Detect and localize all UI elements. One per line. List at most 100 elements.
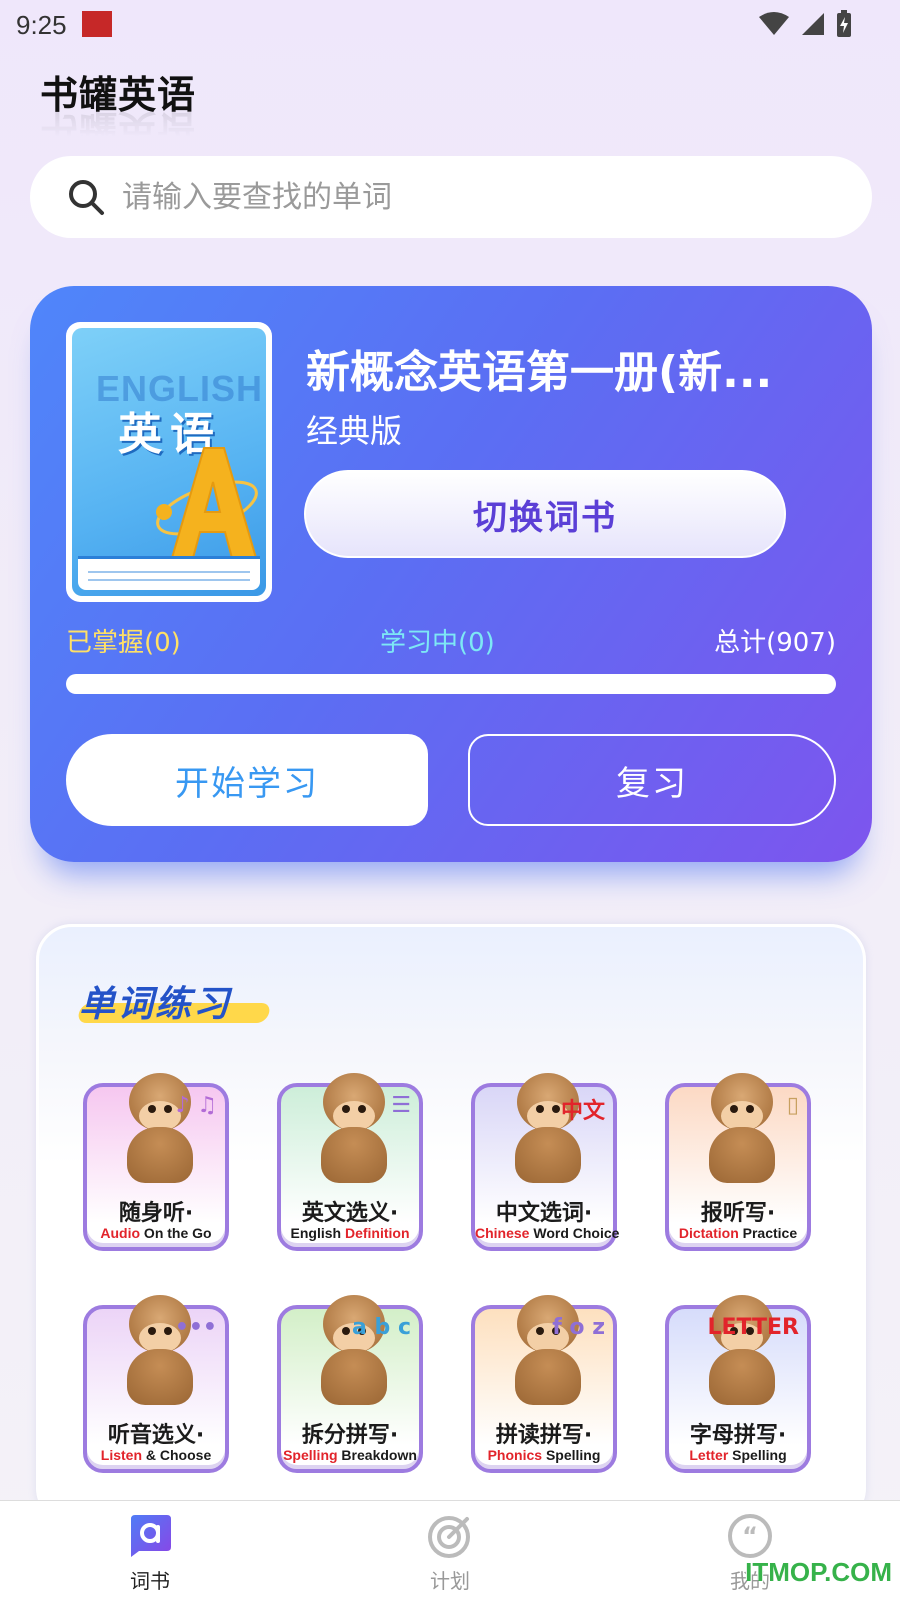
practice-title: 单词练习 <box>79 984 232 1025</box>
tile-subtitle-highlight: Audio <box>100 1225 141 1241</box>
monkey-eye <box>164 1327 172 1335</box>
mastered-count: 已掌握(0) <box>66 628 181 658</box>
tile-decoration-icon: a b c <box>352 1315 411 1340</box>
search-input[interactable] <box>122 179 802 215</box>
tile-subtitle-rest: English <box>290 1225 345 1241</box>
monkey-eye <box>358 1105 366 1113</box>
tile-subtitle: English Definition <box>281 1225 419 1241</box>
status-bar: 9:25 <box>0 0 900 48</box>
letter-a-icon <box>156 447 258 559</box>
tile-decoration-icon: ♪ ♫ <box>175 1093 217 1118</box>
tile-title: 英文选义· <box>301 1201 399 1226</box>
tile-subtitle-rest: & Choose <box>142 1447 212 1463</box>
search-bar[interactable] <box>30 156 872 238</box>
switch-book-button[interactable]: 切换词书 <box>304 470 786 558</box>
wifi-icon <box>759 12 789 35</box>
monkey-body <box>515 1349 581 1405</box>
tile-decoration-icon: ••• <box>174 1315 217 1340</box>
target-icon <box>428 1516 470 1558</box>
quote-icon: “ <box>728 1514 772 1558</box>
tile-subtitle-rest: Spelling <box>542 1447 601 1463</box>
tile-subtitle-highlight: Letter <box>689 1447 729 1463</box>
nav-item-plan[interactable]: 计划 <box>390 1513 510 1594</box>
book-title: 新概念英语第一册(新... <box>306 347 773 398</box>
battery-icon <box>837 10 851 37</box>
monkey-eye <box>148 1105 156 1113</box>
tile-subtitle-highlight: Spelling <box>283 1447 338 1463</box>
monkey-eye <box>342 1327 350 1335</box>
tile-subtitle: Letter Spelling <box>669 1447 807 1463</box>
start-learning-button[interactable]: 开始学习 <box>66 734 428 826</box>
tile-subtitle-highlight: Listen <box>100 1447 142 1463</box>
practice-title-wrap: 单词练习 <box>76 975 272 1027</box>
tile-decoration-icon: ☰ <box>391 1093 411 1118</box>
tile-subtitle: Audio On the Go <box>87 1225 225 1241</box>
tile-subtitle-highlight: Definition <box>344 1225 410 1241</box>
nav-label-books: 词书 <box>130 1569 170 1593</box>
monkey-body <box>321 1349 387 1405</box>
notification-app-icon <box>82 11 112 37</box>
nav-label-plan: 计划 <box>430 1569 470 1593</box>
review-button[interactable]: 复习 <box>468 734 836 826</box>
monkey-eye <box>730 1105 738 1113</box>
practice-tile[interactable]: f o z 拼读拼写· Phonics Spelling <box>471 1295 617 1473</box>
tile-subtitle-rest: Breakdown <box>337 1447 417 1463</box>
tile-subtitle-rest: Practice <box>738 1225 798 1241</box>
tile-subtitle-highlight: Dictation <box>678 1225 739 1241</box>
cover-pages <box>78 556 260 590</box>
tile-subtitle: Chinese Word Choice <box>475 1225 619 1241</box>
monkey-eye <box>552 1105 560 1113</box>
nav-item-books[interactable]: 词书 <box>90 1513 210 1594</box>
practice-tile[interactable]: ••• 听音选义· Listen & Choose <box>83 1295 229 1473</box>
status-icons <box>758 10 852 38</box>
tile-title: 听音选义· <box>107 1423 205 1448</box>
monkey-eye <box>536 1105 544 1113</box>
monkey-eye <box>342 1105 350 1113</box>
practice-tile[interactable]: LETTER 字母拼写· Letter Spelling <box>665 1295 811 1473</box>
tile-decoration-icon: LETTER <box>707 1315 799 1340</box>
tile-subtitle-highlight: Phonics <box>487 1447 543 1463</box>
monkey-body <box>515 1127 581 1183</box>
signal-icon <box>802 13 824 35</box>
practice-tile[interactable]: ☰ 英文选义· English Definition <box>277 1073 423 1251</box>
tile-decoration-icon: ▯ <box>786 1093 799 1118</box>
tile-subtitle-rest: On the Go <box>140 1225 212 1241</box>
learning-count: 学习中(0) <box>380 628 495 658</box>
monkey-eye <box>536 1327 544 1335</box>
word-practice-section: 单词练习 ♪ ♫ 随身听· Audio On the Go ☰ 英文选义· English… <box>36 924 866 1524</box>
monkey-body <box>127 1349 193 1405</box>
monkey-eye <box>164 1105 172 1113</box>
practice-tile[interactable]: a b c 拆分拼写· Spelling Breakdown <box>277 1295 423 1473</box>
practice-tile[interactable]: ▯ 报听写· Dictation Practice <box>665 1073 811 1251</box>
monkey-body <box>321 1127 387 1183</box>
tile-subtitle: Phonics Spelling <box>475 1447 613 1463</box>
book-a-icon <box>131 1515 171 1557</box>
monkey-body <box>127 1127 193 1183</box>
tile-title: 中文选词· <box>495 1201 593 1226</box>
tile-subtitle: Listen & Choose <box>87 1447 225 1463</box>
monkey-eye <box>746 1105 754 1113</box>
tile-subtitle: Dictation Practice <box>669 1225 807 1241</box>
tile-title: 拆分拼写· <box>301 1423 399 1448</box>
tile-decoration-icon: f o z <box>552 1315 605 1340</box>
tile-title: 拼读拼写· <box>495 1423 593 1448</box>
book-edition: 经典版 <box>306 412 403 450</box>
current-book-card: ENGLISH 英语 新概念英语第一册(新... 经典版 切换词书 已掌握(0)… <box>30 286 872 862</box>
practice-tile[interactable]: ♪ ♫ 随身听· Audio On the Go <box>83 1073 229 1251</box>
monkey-body <box>709 1127 775 1183</box>
practice-tile[interactable]: 中文 中文选词· Chinese Word Choice <box>471 1073 619 1251</box>
total-count: 总计(907) <box>714 628 836 658</box>
watermark: ITMOP.COM <box>745 1557 892 1587</box>
tile-title: 随身听· <box>118 1201 194 1226</box>
monkey-body <box>709 1349 775 1405</box>
tile-subtitle-highlight: Chinese <box>475 1225 530 1241</box>
search-icon <box>69 180 104 215</box>
monkey-eye <box>148 1327 156 1335</box>
book-cover[interactable]: ENGLISH 英语 <box>66 322 272 602</box>
tile-subtitle-rest: Word Choice <box>529 1225 620 1241</box>
status-time: 9:25 <box>16 10 67 40</box>
tile-subtitle: Spelling Breakdown <box>281 1447 419 1463</box>
app-title-reflection: 书罐英语 <box>40 106 197 150</box>
tile-title: 报听写· <box>700 1201 776 1226</box>
progress-bar <box>66 674 836 694</box>
